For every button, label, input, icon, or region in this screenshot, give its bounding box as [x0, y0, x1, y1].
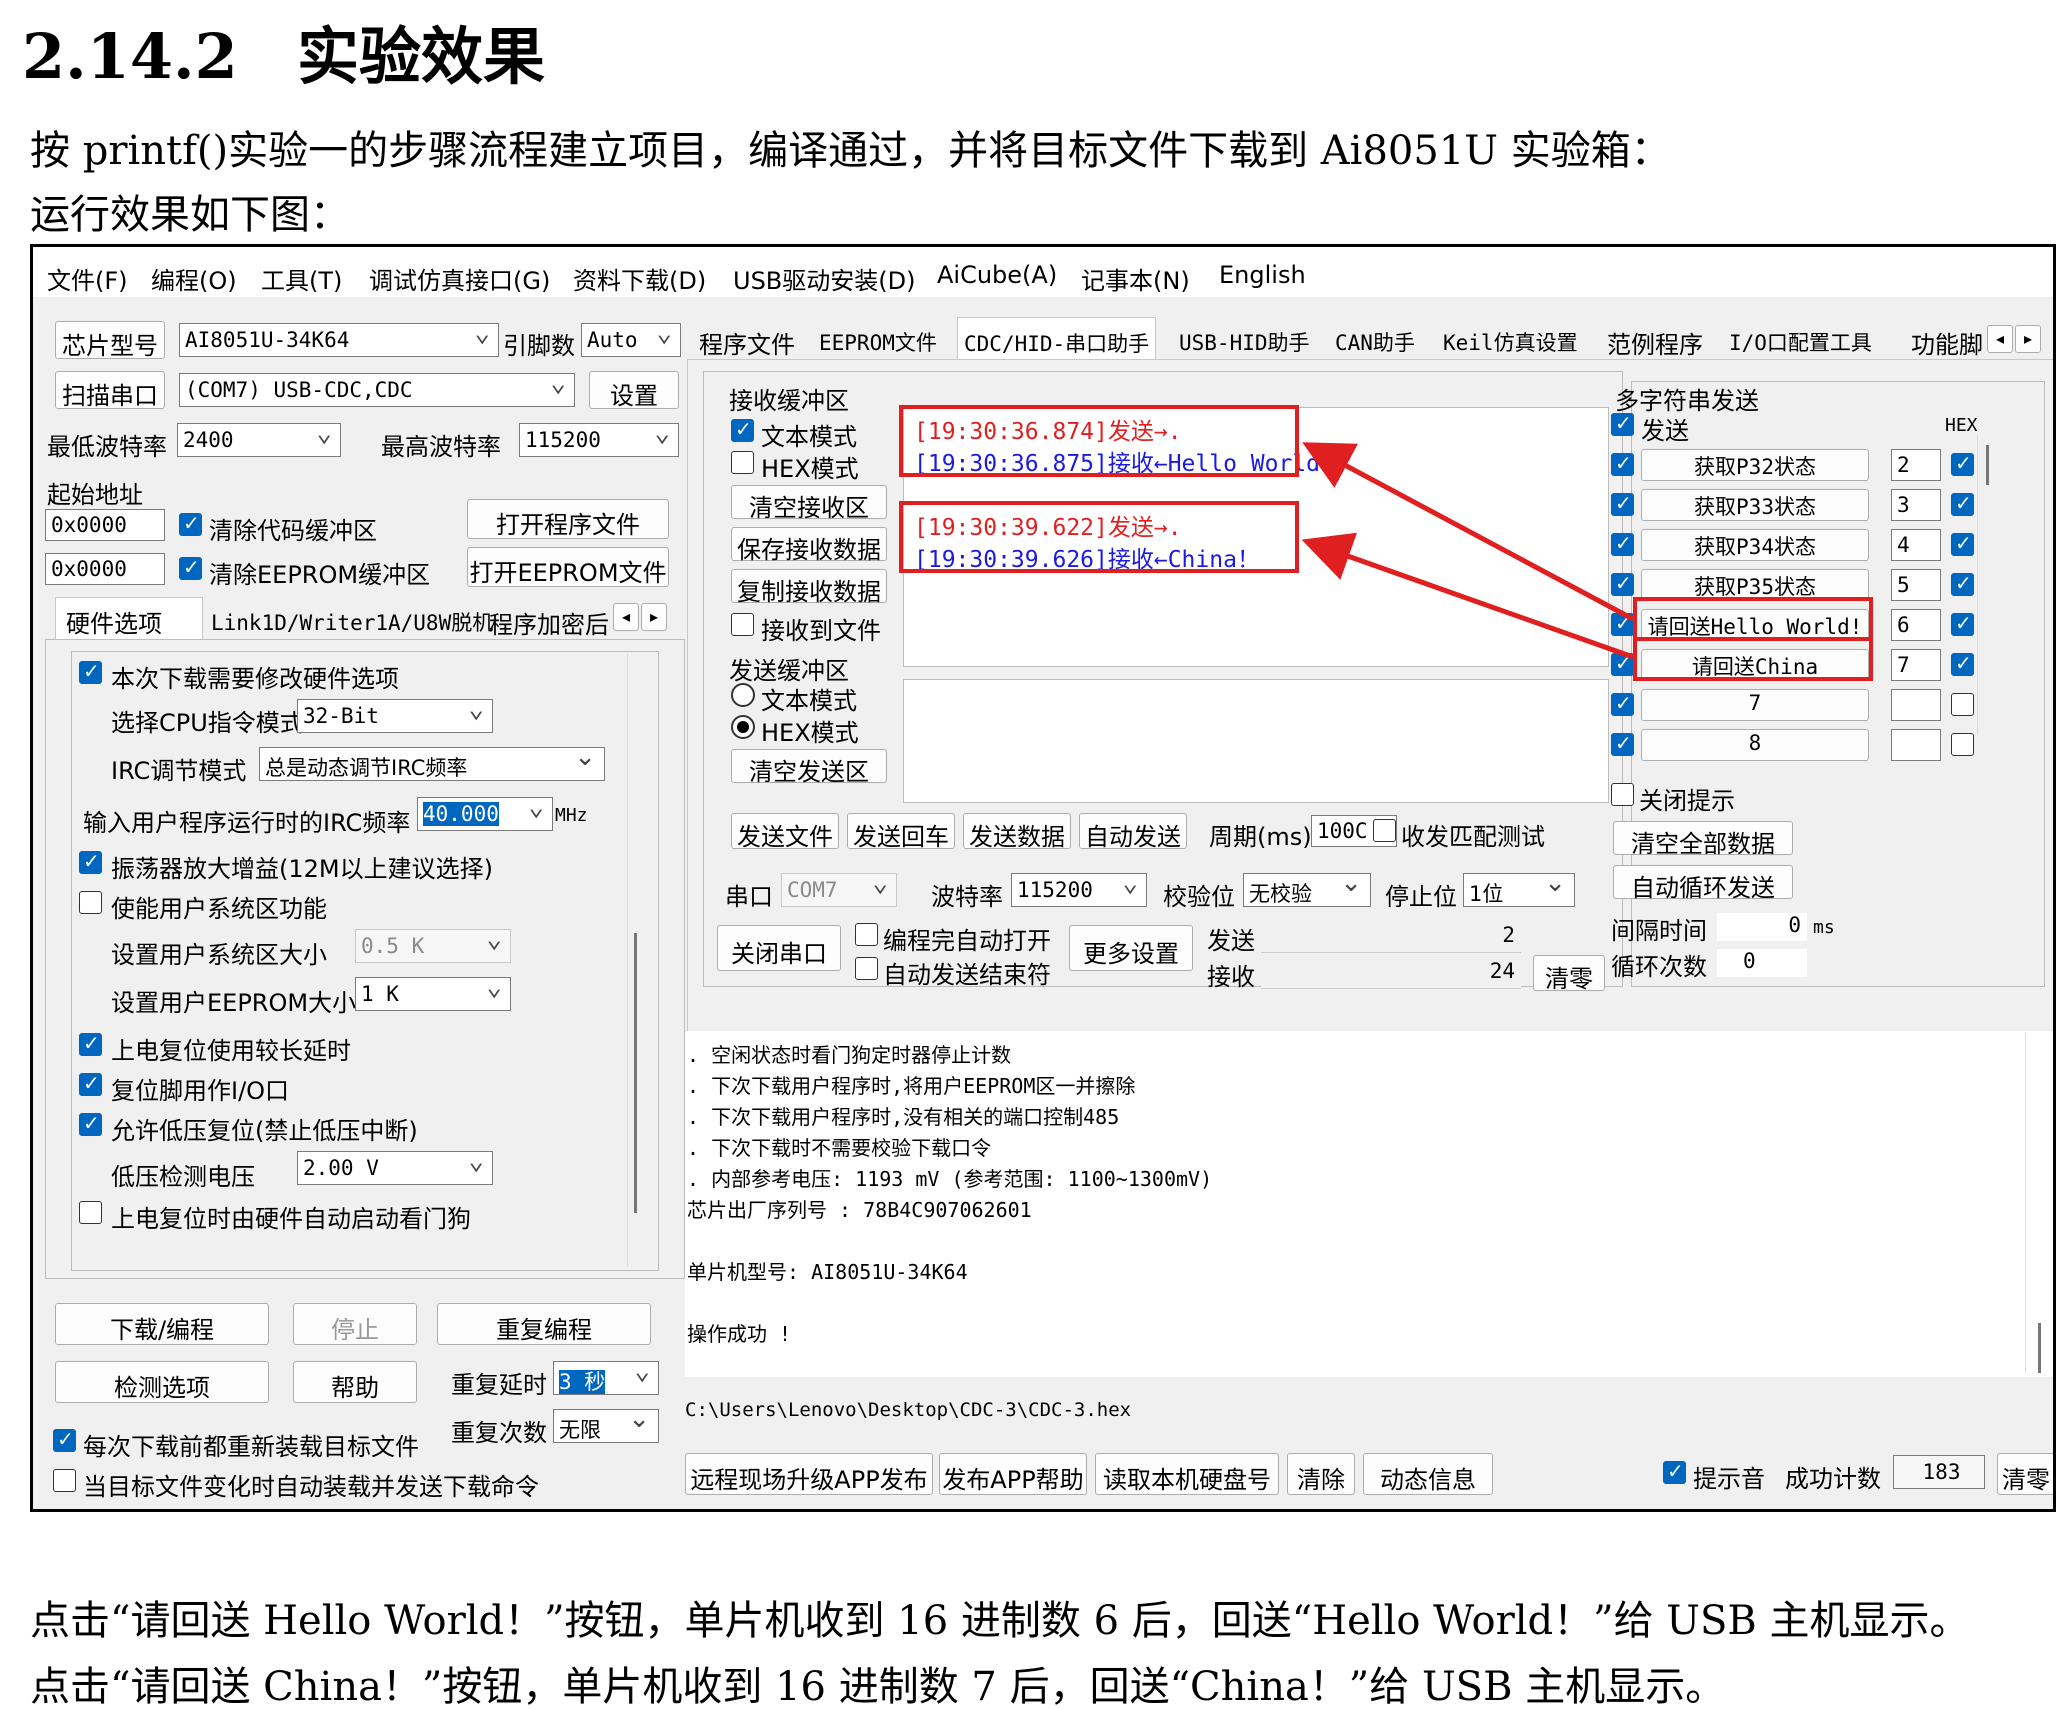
section-number: 2.14.2 — [22, 20, 238, 93]
section-title: 实验效果 — [297, 20, 546, 93]
arrow-china — [1301, 532, 1634, 660]
outro-line-2: 点击“请回送 China！”按钮，单片机收到 16 进制数 7 后，回送“Chi… — [30, 1664, 1726, 1709]
isp-tool-window: 文件(F) 编程(O) 工具(T) 调试仿真接口(G) 资料下载(D) USB驱… — [30, 244, 2056, 1512]
intro-line-1: 按 printf()实验一的步骤流程建立项目，编译通过，并将目标文件下载到 Ai… — [30, 128, 1671, 174]
arrow-hello — [1302, 442, 1635, 622]
outro-line-1: 点击“请回送 Hello World！”按钮，单片机收到 16 进制数 6 后，… — [30, 1598, 1970, 1644]
section-heading: 2.14.2 实验效果 — [22, 6, 545, 96]
annotation-arrows — [1301, 442, 1635, 660]
intro-line-2: 运行效果如下图： — [30, 192, 350, 238]
